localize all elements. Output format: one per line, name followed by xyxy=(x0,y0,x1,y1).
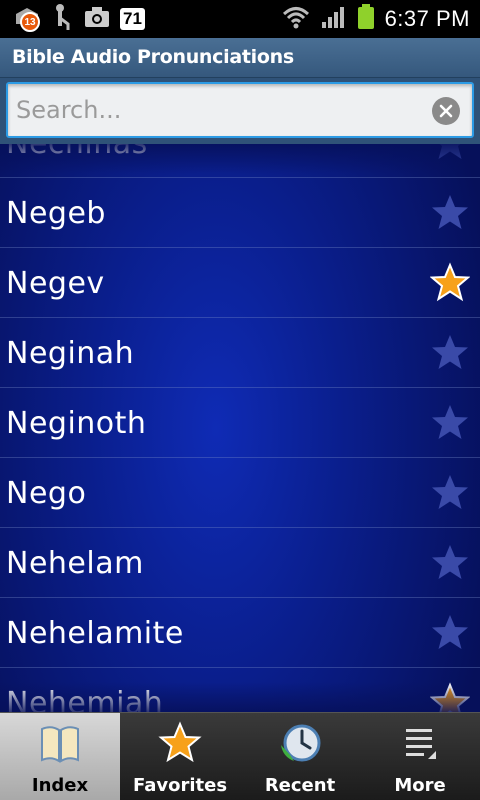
list-item-label: Nechinas xyxy=(6,144,148,161)
unfavorite-star-icon[interactable] xyxy=(430,472,470,512)
tab-recent[interactable]: Recent xyxy=(240,713,360,800)
list-item-label: Neginoth xyxy=(6,406,147,441)
word-list[interactable]: Nechinas Negeb Negev Neginah Neginoth Nego Neh… xyxy=(0,144,480,712)
list-item[interactable]: Nehelam xyxy=(0,528,480,598)
book-icon xyxy=(41,726,79,763)
battery-icon xyxy=(357,4,375,34)
list-item-label: Nehemiah xyxy=(6,686,164,712)
unfavorite-star-icon[interactable] xyxy=(430,332,470,372)
menu-icon xyxy=(406,729,436,759)
tab-favorites-label: Favorites xyxy=(132,775,228,796)
notification-badge: 13 xyxy=(20,12,40,32)
unfavorite-star-icon[interactable] xyxy=(430,192,470,232)
tab-index-label: Index xyxy=(31,775,89,796)
usb-icon xyxy=(52,2,74,36)
close-icon xyxy=(439,104,453,118)
battery-count: 71 xyxy=(120,8,145,30)
favorite-star-icon[interactable] xyxy=(430,262,470,302)
list-item[interactable]: Nego xyxy=(0,458,480,528)
search-box xyxy=(6,82,474,138)
search-bar xyxy=(0,78,480,144)
list-item-label: Nego xyxy=(6,476,87,511)
list-item-label: Nehelam xyxy=(6,546,144,581)
list-item[interactable]: Nechinas xyxy=(0,144,480,178)
app-title: Bible Audio Pronunciations xyxy=(12,46,294,68)
list-item-label: Negev xyxy=(6,266,105,301)
list-item[interactable]: Nehemiah xyxy=(0,668,480,712)
word-list-items: Nechinas Negeb Negev Neginah Neginoth Nego Neh… xyxy=(0,144,480,712)
title-bar: Bible Audio Pronunciations xyxy=(0,38,480,78)
unfavorite-star-icon[interactable] xyxy=(430,402,470,442)
status-left: 13 71 xyxy=(12,4,145,34)
list-item[interactable]: Negev xyxy=(0,248,480,318)
unfavorite-star-icon[interactable] xyxy=(430,612,470,652)
search-input[interactable] xyxy=(16,92,426,128)
list-item-label: Nehelamite xyxy=(6,616,184,651)
list-item[interactable]: Nehelamite xyxy=(0,598,480,668)
unfavorite-star-icon[interactable] xyxy=(430,144,470,162)
list-item-label: Negeb xyxy=(6,196,106,231)
clear-search-button[interactable] xyxy=(432,97,460,125)
signal-icon xyxy=(321,5,347,33)
tab-recent-label: Recent xyxy=(264,775,336,796)
tab-more[interactable]: More xyxy=(360,713,480,800)
status-time: 6:37 PM xyxy=(384,6,470,31)
notification-icon: 13 xyxy=(12,4,42,34)
bottom-tab-bar: Index Favorites Recent More xyxy=(0,712,480,800)
star-icon xyxy=(158,721,202,763)
tab-index[interactable]: Index xyxy=(0,713,120,800)
status-right: 6:37 PM xyxy=(281,4,470,34)
camera-icon xyxy=(84,6,110,32)
list-item[interactable]: Neginah xyxy=(0,318,480,388)
status-bar: 13 71 6:37 PM xyxy=(0,0,480,38)
tab-more-label: More xyxy=(394,775,446,796)
favorite-star-icon[interactable] xyxy=(430,682,470,712)
list-item[interactable]: Neginoth xyxy=(0,388,480,458)
clock-icon xyxy=(281,724,321,762)
list-item[interactable]: Negeb xyxy=(0,178,480,248)
tab-favorites[interactable]: Favorites xyxy=(120,713,240,800)
wifi-icon xyxy=(281,4,311,34)
list-item-label: Neginah xyxy=(6,336,135,371)
unfavorite-star-icon[interactable] xyxy=(430,542,470,582)
